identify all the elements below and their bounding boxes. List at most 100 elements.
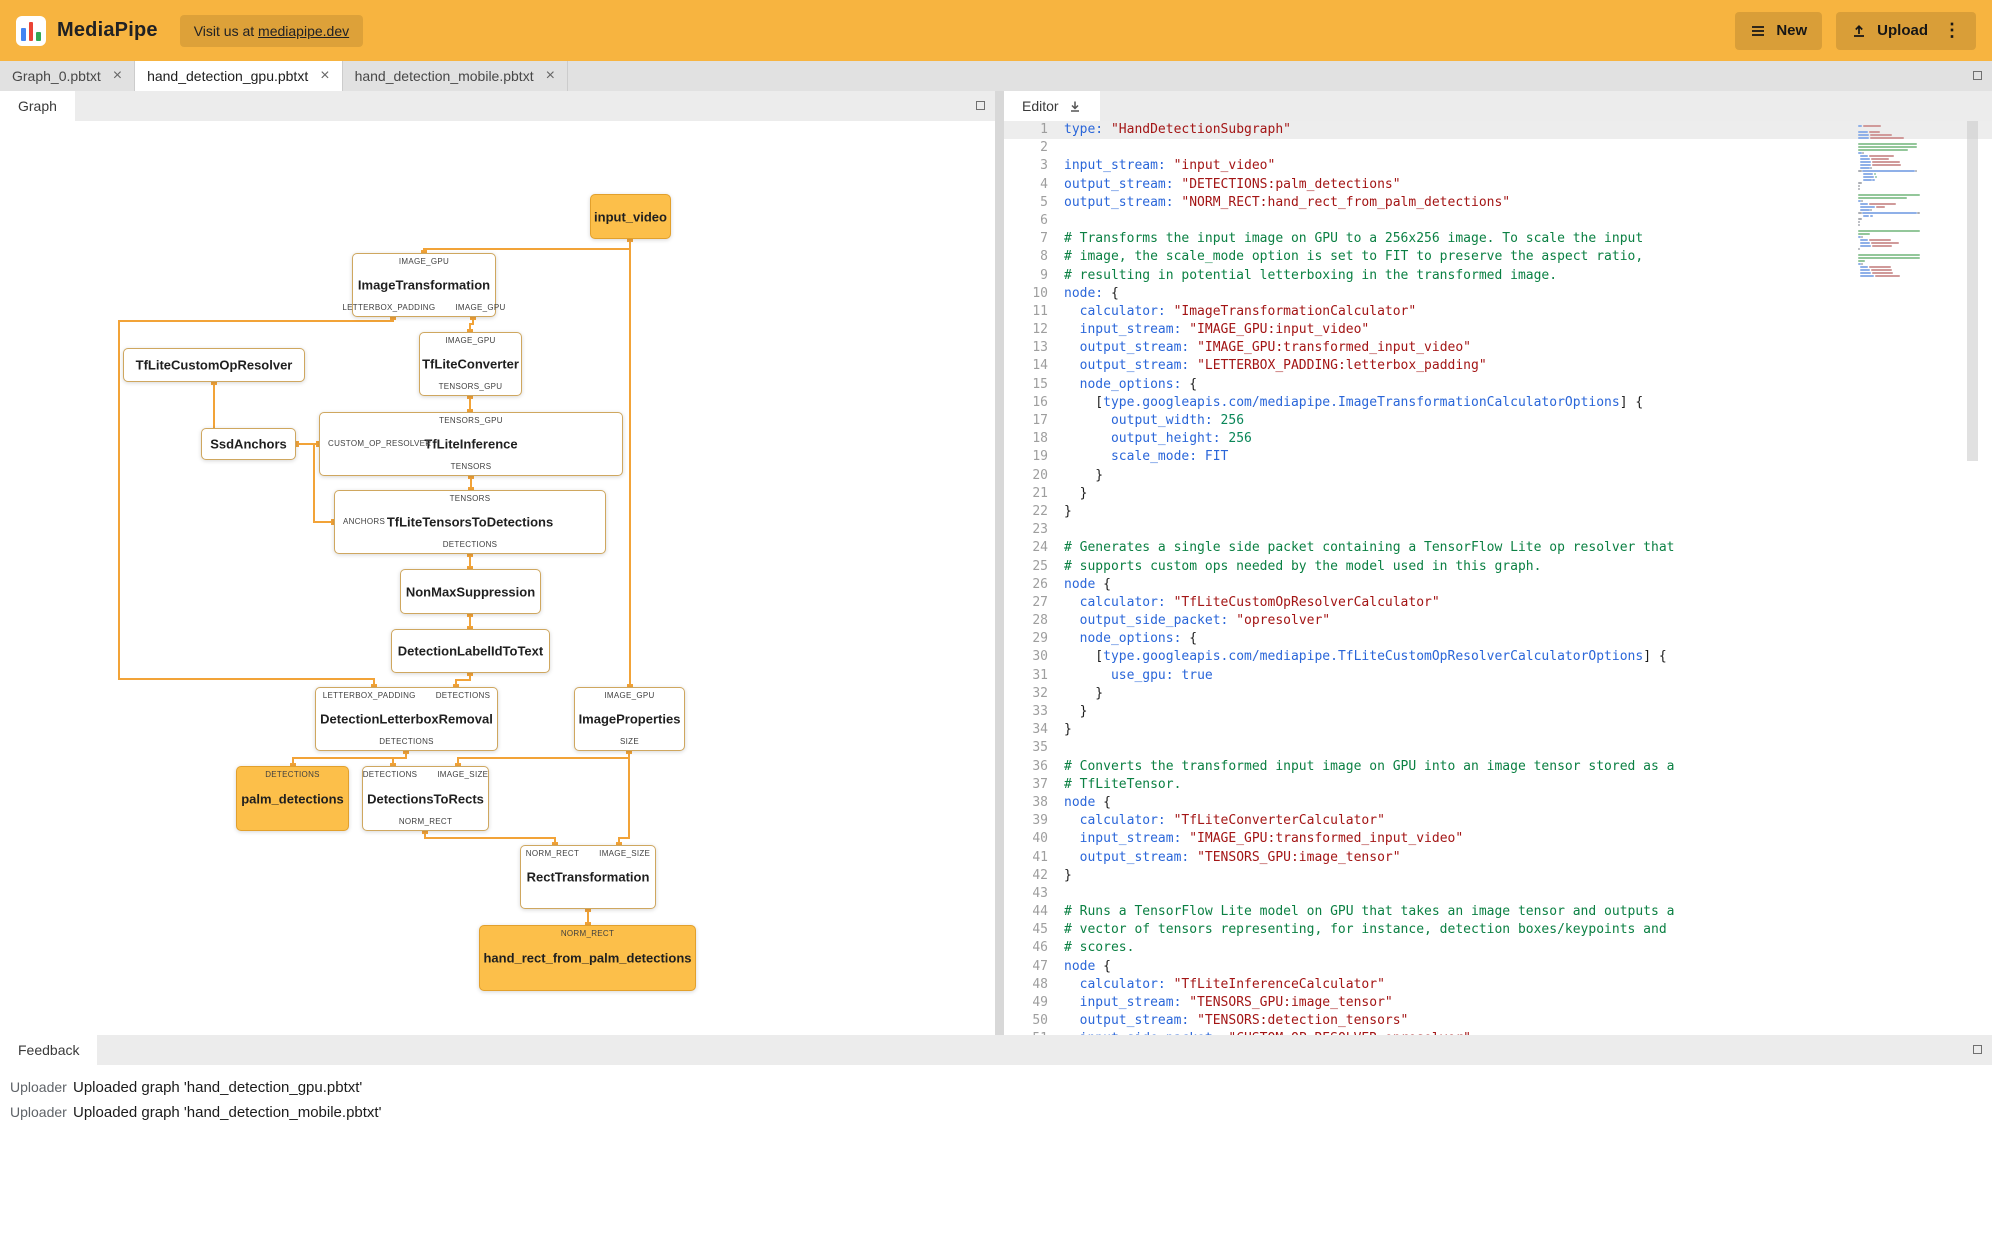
port-label: TENSORS: [449, 494, 491, 503]
line-number: 21: [1032, 485, 1048, 501]
graph-node-ImageProperties[interactable]: IMAGE_GPU ImageProperties SIZE: [574, 687, 685, 751]
minimap-mark: [1858, 149, 1909, 151]
feedback-tab-label: Feedback: [18, 1042, 80, 1058]
tab-feedback[interactable]: Feedback: [0, 1035, 98, 1065]
code-line[interactable]: 30 [type.googleapis.com/mediapipe.TfLite…: [1004, 648, 1992, 666]
close-tab-icon[interactable]: ×: [320, 68, 329, 84]
code-line[interactable]: 7 # Transforms the input image on GPU to …: [1004, 230, 1992, 248]
code-line[interactable]: 11 calculator: "ImageTransformationCalcu…: [1004, 303, 1992, 321]
code-line[interactable]: 32 }: [1004, 685, 1992, 703]
code-line[interactable]: 37 # TfLiteTensor.: [1004, 776, 1992, 794]
code-line[interactable]: 46 # scores.: [1004, 939, 1992, 957]
graph-node-palm_detections[interactable]: DETECTIONS palm_detections: [236, 766, 349, 831]
code-line[interactable]: 5 output_stream: "NORM_RECT:hand_rect_fro…: [1004, 194, 1992, 212]
code-line[interactable]: 12 input_stream: "IMAGE_GPU:input_video": [1004, 321, 1992, 339]
code-line[interactable]: 4 output_stream: "DETECTIONS:palm_detecti…: [1004, 176, 1992, 194]
code-line[interactable]: 14 output_stream: "LETTERBOX_PADDING:let…: [1004, 357, 1992, 375]
visit-link[interactable]: mediapipe.dev: [258, 23, 349, 39]
graph-node-DetectionLabelIdToText[interactable]: DetectionLabelIdToText: [391, 629, 550, 673]
code-line[interactable]: 34}: [1004, 721, 1992, 739]
close-tab-icon[interactable]: ×: [113, 68, 122, 84]
download-icon[interactable]: [1068, 99, 1082, 113]
code-line[interactable]: 36 # Converts the transformed input image…: [1004, 758, 1992, 776]
graph-node-DetectionsToRects[interactable]: DETECTIONS IMAGE_SIZE DetectionsToRects NOR…: [362, 766, 489, 831]
line-content: # Converts the transformed input image o…: [1064, 758, 1675, 774]
graph-node-input_video[interactable]: input_video: [590, 194, 671, 239]
code-line[interactable]: 25 # supports custom ops needed by the mo…: [1004, 558, 1992, 576]
code-line[interactable]: 15 node_options: {: [1004, 376, 1992, 394]
scrollbar-thumb[interactable]: [1967, 121, 1978, 461]
graph-node-DetectionLetterboxRemoval[interactable]: LETTERBOX_PADDING DETECTIONS DetectionLett…: [315, 687, 498, 751]
code-line[interactable]: 42}: [1004, 867, 1992, 885]
code-line[interactable]: 49 input_stream: "TENSORS_GPU:image_tens…: [1004, 994, 1992, 1012]
code-line[interactable]: 10 node: {: [1004, 285, 1992, 303]
kebab-menu-icon[interactable]: ⋮: [1943, 20, 1961, 41]
code-line[interactable]: 26 node {: [1004, 576, 1992, 594]
graph-node-hand_rect_from_palm_detections[interactable]: NORM_RECT hand_rect_from_palm_detections: [479, 925, 696, 991]
maximize-graph-icon[interactable]: [976, 101, 985, 110]
document-tab[interactable]: hand_detection_mobile.pbtxt ×: [342, 61, 568, 91]
graph-node-ImageTransformation[interactable]: IMAGE_GPU ImageTransformation LETTERBOX_PA…: [342, 253, 505, 317]
code-line[interactable]: 28 output_side_packet: "opresolver": [1004, 612, 1992, 630]
minimap-mark: [1859, 239, 1869, 241]
code-line[interactable]: 43: [1004, 885, 1992, 903]
code-line[interactable]: 45 # vector of tensors representing, for …: [1004, 921, 1992, 939]
minimap-mark: [1858, 254, 1921, 256]
document-tab[interactable]: Graph_0.pbtxt ×: [0, 61, 136, 91]
graph-node-RectTransformation[interactable]: NORM_RECT IMAGE_SIZE RectTransformation: [520, 845, 656, 909]
graph-canvas[interactable]: input_video IMAGE_GPU ImageTransformation L…: [0, 121, 995, 1035]
minimap-mark: [1870, 134, 1893, 136]
graph-node-TfLiteInference[interactable]: TENSORS_GPU TfLiteInference TENSORS CUSTOM_…: [319, 412, 623, 476]
maximize-feedback-icon[interactable]: [1973, 1045, 1982, 1054]
code-line[interactable]: 16 [type.googleapis.com/mediapipe.ImageT…: [1004, 394, 1992, 412]
code-line[interactable]: 47 node {: [1004, 958, 1992, 976]
code-line[interactable]: 9 # resulting in potential letterboxing i…: [1004, 267, 1992, 285]
code-line[interactable]: 6: [1004, 212, 1992, 230]
code-line[interactable]: 50 output_stream: "TENSORS:detection_ten…: [1004, 1012, 1992, 1030]
feedback-entry: Uploader Uploaded graph 'hand_detection_m…: [10, 1100, 1992, 1125]
code-line[interactable]: 18 output_height: 256: [1004, 430, 1992, 448]
code-line[interactable]: 22}: [1004, 503, 1992, 521]
code-line[interactable]: 8 # image, the scale_mode option is set t…: [1004, 248, 1992, 266]
code-line[interactable]: 41 output_stream: "TENSORS_GPU:image_ten…: [1004, 849, 1992, 867]
tab-graph[interactable]: Graph: [0, 91, 75, 121]
graph-node-SsdAnchors[interactable]: SsdAnchors: [201, 428, 296, 460]
new-button[interactable]: New: [1735, 11, 1823, 50]
code-line[interactable]: 39 calculator: "TfLiteConverterCalculato…: [1004, 812, 1992, 830]
code-line[interactable]: 19 scale_mode: FIT: [1004, 448, 1992, 466]
line-content: calculator: "TfLiteCustomOpResolverCalcu…: [1079, 594, 1440, 610]
tab-editor[interactable]: Editor: [1004, 91, 1100, 121]
code-line[interactable]: 3 input_stream: "input_video": [1004, 157, 1992, 175]
graph-node-TfLiteCustomOpResolver[interactable]: TfLiteCustomOpResolver: [123, 348, 305, 382]
editor-minimap[interactable]: [1858, 125, 1958, 1025]
code-line[interactable]: 23: [1004, 521, 1992, 539]
code-line[interactable]: 35: [1004, 739, 1992, 757]
upload-button[interactable]: Upload ⋮: [1836, 11, 1976, 50]
document-tab[interactable]: hand_detection_gpu.pbtxt ×: [135, 61, 343, 91]
code-line[interactable]: 13 output_stream: "IMAGE_GPU:transformed…: [1004, 339, 1992, 357]
maximize-pane-icon[interactable]: [1973, 71, 1982, 80]
graph-node-NonMaxSuppression[interactable]: NonMaxSuppression: [400, 569, 541, 614]
code-line[interactable]: 33 }: [1004, 703, 1992, 721]
code-line[interactable]: 1 type: "HandDetectionSubgraph": [1004, 121, 1992, 140]
code-editor[interactable]: 1 type: "HandDetectionSubgraph" 2 3 input_st…: [1004, 121, 1992, 1035]
code-line[interactable]: 44 # Runs a TensorFlow Lite model on GPU …: [1004, 903, 1992, 921]
close-tab-icon[interactable]: ×: [546, 68, 555, 84]
code-lines[interactable]: 1 type: "HandDetectionSubgraph" 2 3 input_st…: [1004, 121, 1992, 1035]
graph-node-TfLiteConverter[interactable]: IMAGE_GPU TfLiteConverter TENSORS_GPU: [419, 332, 522, 396]
code-line[interactable]: 21 }: [1004, 485, 1992, 503]
code-line[interactable]: 20 }: [1004, 467, 1992, 485]
code-line[interactable]: 27 calculator: "TfLiteCustomOpResolverCa…: [1004, 594, 1992, 612]
code-line[interactable]: 38 node {: [1004, 794, 1992, 812]
code-line[interactable]: 24 # Generates a single side packet conta…: [1004, 539, 1992, 557]
code-line[interactable]: 2: [1004, 139, 1992, 157]
editor-scrollbar[interactable]: [1967, 121, 1978, 1035]
code-line[interactable]: 48 calculator: "TfLiteInferenceCalculato…: [1004, 976, 1992, 994]
minimap-mark: [1862, 170, 1915, 172]
graph-node-TfLiteTensorsToDetections[interactable]: TENSORS TfLiteTensorsToDetections DETECTIO…: [334, 490, 606, 554]
code-line[interactable]: 17 output_width: 256: [1004, 412, 1992, 430]
code-line[interactable]: 40 input_stream: "IMAGE_GPU:transformed_…: [1004, 830, 1992, 848]
code-line[interactable]: 29 node_options: {: [1004, 630, 1992, 648]
code-line[interactable]: 31 use_gpu: true: [1004, 667, 1992, 685]
minimap-mark: [1859, 266, 1869, 268]
